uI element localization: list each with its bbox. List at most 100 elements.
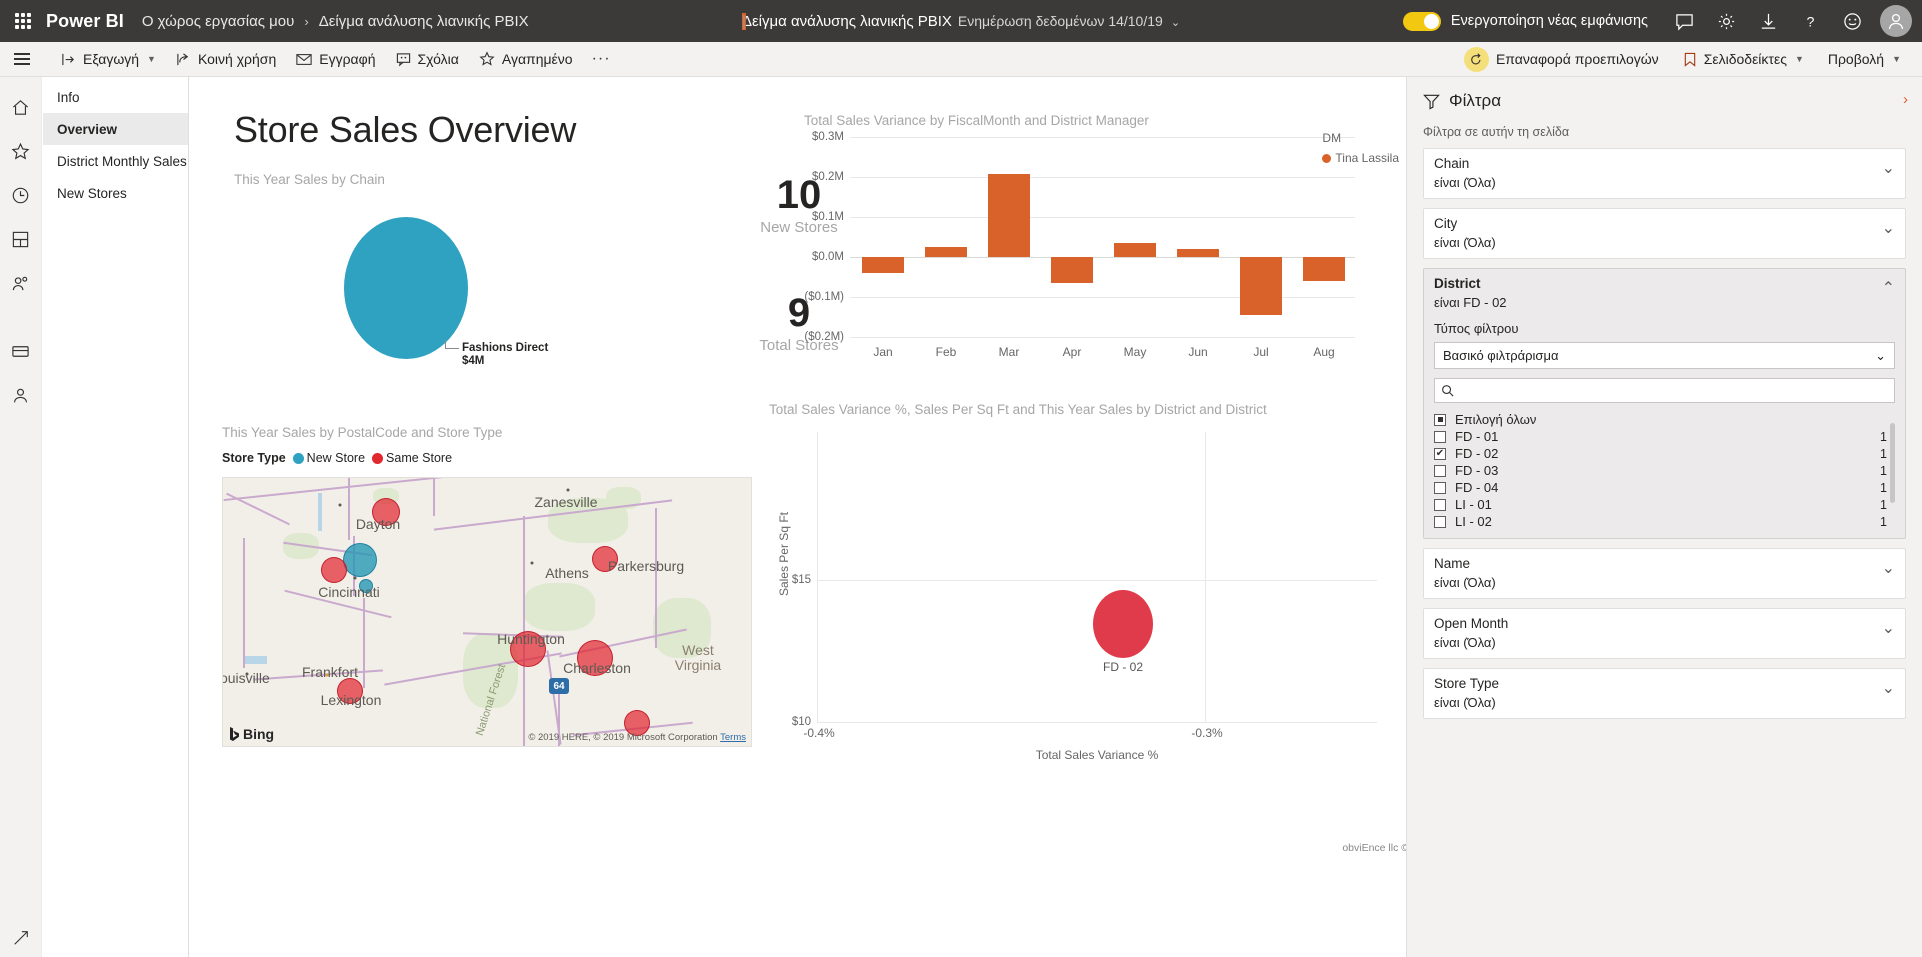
- comments-button[interactable]: Σχόλια: [387, 47, 468, 71]
- checkbox-icon[interactable]: [1434, 482, 1446, 494]
- filter-card-city[interactable]: City είναι (Όλα) ⌄: [1423, 208, 1906, 259]
- pie-slice-fashions-direct[interactable]: [344, 217, 468, 359]
- sidebar-item-datasets[interactable]: [0, 329, 42, 373]
- checkbox-icon[interactable]: [1434, 516, 1446, 528]
- map-road: [348, 478, 350, 540]
- new-look-toggle-group[interactable]: Ενεργοποίηση νέας εμφάνισης: [1403, 12, 1648, 31]
- breadcrumb-report[interactable]: Δείγμα ανάλυσης λιανικής PBIX: [319, 13, 529, 30]
- chevron-down-icon[interactable]: ⌄: [1882, 558, 1895, 578]
- sidebar-item-workspace[interactable]: [0, 929, 42, 947]
- map-canvas[interactable]: Zanesville Dayton Athens Parkersburg Cin…: [222, 477, 752, 747]
- filter-card-name[interactable]: Name είναι (Όλα) ⌄: [1423, 548, 1906, 599]
- filter-item-select-all[interactable]: Επιλογή όλων: [1434, 411, 1887, 428]
- filter-item-label: FD - 04: [1455, 480, 1880, 495]
- checkbox-icon[interactable]: [1434, 465, 1446, 477]
- chevron-down-icon[interactable]: ⌄: [1882, 158, 1895, 178]
- bar-apr[interactable]: [1051, 257, 1093, 283]
- brand-logo[interactable]: Power BI: [46, 11, 124, 32]
- legend-item-same-store[interactable]: Same Store: [372, 451, 452, 465]
- sidebar-item-shared[interactable]: [0, 261, 42, 305]
- feedback-icon[interactable]: [1664, 0, 1704, 42]
- view-label: Προβολή: [1828, 51, 1884, 67]
- sidebar-item-home[interactable]: [0, 85, 42, 129]
- scatter-plot-area[interactable]: $15 $10 FD - 02 -0.4% -0.3% Sales Per Sq…: [817, 432, 1377, 722]
- avatar[interactable]: [1880, 5, 1912, 37]
- smiley-icon[interactable]: [1832, 0, 1872, 42]
- more-commands-button[interactable]: ···: [584, 46, 619, 72]
- pie-chart[interactable]: [344, 217, 468, 359]
- chevron-down-icon[interactable]: ⌄: [1882, 678, 1895, 698]
- sidebar-item-profile[interactable]: [0, 373, 42, 417]
- chevron-up-icon[interactable]: ⌃: [1882, 278, 1895, 298]
- filter-item-li-02[interactable]: LI - 02 1: [1434, 513, 1887, 530]
- visual-title: Total Sales Variance by FiscalMonth and …: [804, 113, 1149, 128]
- filter-card-open-month[interactable]: Open Month είναι (Όλα) ⌄: [1423, 608, 1906, 659]
- filter-item-count: 1: [1880, 430, 1887, 444]
- map-terms-link[interactable]: Terms: [720, 732, 746, 743]
- gear-icon[interactable]: [1706, 0, 1746, 42]
- bookmarks-button[interactable]: Σελιδοδείκτες ▼: [1674, 47, 1813, 71]
- bar-jul[interactable]: [1240, 257, 1282, 315]
- export-button[interactable]: Εξαγωγή ▼: [52, 47, 165, 71]
- filter-card-store-type[interactable]: Store Type είναι (Όλα) ⌄: [1423, 668, 1906, 719]
- filter-item-fd-02[interactable]: FD - 02 1: [1434, 445, 1887, 462]
- filter-item-fd-03[interactable]: FD - 03 1: [1434, 462, 1887, 479]
- reset-defaults-button[interactable]: Επαναφορά προεπιλογών: [1455, 43, 1668, 76]
- report-header-title[interactable]: Δείγμα ανάλυσης λιανικής PBIX | Ενημέρωσ…: [742, 13, 1180, 30]
- bar-jan[interactable]: [862, 257, 904, 273]
- share-button[interactable]: Κοινή χρήση: [167, 47, 285, 71]
- new-look-toggle[interactable]: [1403, 12, 1441, 31]
- filter-item-fd-01[interactable]: FD - 01 1: [1434, 428, 1887, 445]
- bar-jun[interactable]: [1177, 249, 1219, 257]
- scatter-point-fd-02[interactable]: [1093, 590, 1153, 658]
- filter-type-select[interactable]: Βασικό φιλτράρισμα ⌄: [1434, 342, 1895, 369]
- bar-chart-plot-area[interactable]: $0.3M $0.2M $0.1M $0.0M ($0.1M) ($0.2M) …: [850, 137, 1355, 337]
- checkbox-icon[interactable]: [1434, 431, 1446, 443]
- sidebar-item-info[interactable]: Info: [43, 81, 188, 113]
- chevron-down-icon[interactable]: ⌄: [1882, 218, 1895, 238]
- sidebar-item-apps[interactable]: [0, 217, 42, 261]
- bar-mar[interactable]: [988, 174, 1030, 257]
- map-bubble-new-store[interactable]: [343, 543, 377, 577]
- filter-card-district[interactable]: District είναι FD - 02 ⌃ Τύπος φίλτρου Β…: [1423, 268, 1906, 539]
- sidebar-item-recent[interactable]: [0, 173, 42, 217]
- filter-search-input[interactable]: [1434, 378, 1895, 403]
- sidebar-item-favorites[interactable]: [0, 129, 42, 173]
- sidebar-item-district-monthly-sales[interactable]: District Monthly Sales: [43, 145, 188, 177]
- visual-sales-variance-scatter[interactable]: Total Sales Variance %, Sales Per Sq Ft …: [769, 402, 1406, 852]
- bing-logo[interactable]: Bing: [229, 726, 274, 742]
- app-launcher-button[interactable]: [0, 0, 46, 42]
- bar-aug[interactable]: [1303, 257, 1345, 281]
- filter-item-li-01[interactable]: LI - 01 1: [1434, 496, 1887, 513]
- bar-feb[interactable]: [925, 247, 967, 257]
- checkbox-icon[interactable]: [1434, 499, 1446, 511]
- legend-item-new-store[interactable]: New Store: [293, 451, 365, 465]
- filter-card-chain[interactable]: Chain είναι (Όλα) ⌄: [1423, 148, 1906, 199]
- visual-sales-by-postalcode-map[interactable]: This Year Sales by PostalCode and Store …: [222, 425, 802, 845]
- subscribe-button[interactable]: Εγγραφή: [287, 47, 384, 71]
- chevron-down-icon[interactable]: ⌄: [1171, 16, 1180, 29]
- expand-filters-icon[interactable]: ›: [1903, 91, 1908, 108]
- filter-search-field[interactable]: [1459, 384, 1839, 398]
- filter-type-value: Βασικό φιλτράρισμα: [1443, 348, 1558, 363]
- bar-may[interactable]: [1114, 243, 1156, 257]
- pie-data-label: Fashions Direct $4M: [462, 342, 548, 368]
- view-button[interactable]: Προβολή ▼: [1819, 47, 1910, 71]
- chevron-down-icon[interactable]: ⌄: [1882, 618, 1895, 638]
- filter-list-scrollbar[interactable]: [1890, 423, 1895, 503]
- legend-item-tina-lassila[interactable]: Tina Lassila: [1322, 151, 1399, 165]
- sidebar-item-overview[interactable]: Overview: [43, 113, 188, 145]
- visual-total-sales-variance-by-month[interactable]: Total Sales Variance by FiscalMonth and …: [804, 113, 1394, 403]
- sidebar-item-new-stores[interactable]: New Stores: [43, 177, 188, 209]
- breadcrumb-workspace[interactable]: Ο χώρος εργασίας μου: [142, 13, 295, 30]
- share-label: Κοινή χρήση: [198, 51, 276, 67]
- help-icon[interactable]: ?: [1790, 0, 1830, 42]
- favorite-button[interactable]: Αγαπημένο: [470, 47, 582, 71]
- checkbox-checked-icon[interactable]: [1434, 448, 1446, 460]
- map-bubble-same-store[interactable]: [321, 557, 347, 583]
- gridline: [850, 177, 1355, 178]
- filter-item-fd-04[interactable]: FD - 04 1: [1434, 479, 1887, 496]
- download-icon[interactable]: [1748, 0, 1788, 42]
- checkbox-partial-icon[interactable]: [1434, 414, 1446, 426]
- nav-menu-button[interactable]: [0, 42, 44, 77]
